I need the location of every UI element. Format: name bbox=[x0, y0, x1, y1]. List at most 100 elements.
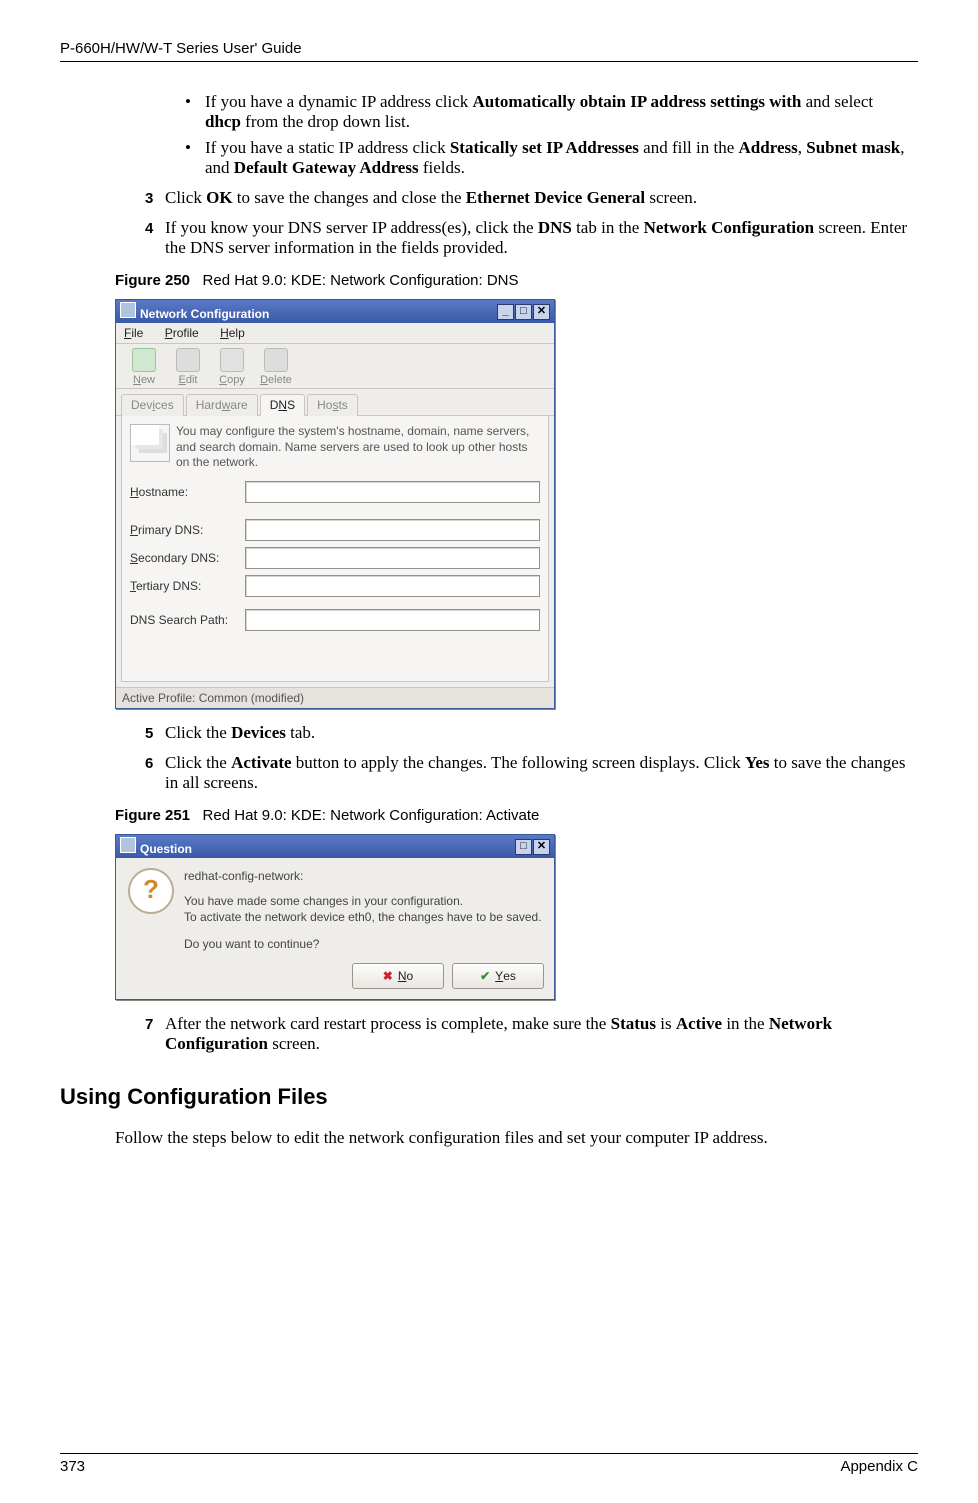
titlebar[interactable]: Network Configuration _□✕ bbox=[116, 300, 554, 323]
step-5: 5 Click the Devices tab. bbox=[145, 723, 913, 743]
toolbar-copy-button[interactable]: Copy bbox=[210, 348, 254, 386]
step-number: 6 bbox=[145, 755, 165, 793]
text: button to apply the changes. The followi… bbox=[292, 753, 745, 772]
network-configuration-window: Network Configuration _□✕ File Profile H… bbox=[115, 299, 555, 709]
dialog-line4: Do you want to continue? bbox=[184, 936, 542, 953]
page-header: P-660H/HW/W-T Series User' Guide bbox=[60, 40, 918, 62]
text: screen. bbox=[268, 1034, 320, 1053]
delete-icon bbox=[264, 348, 288, 372]
bold: Activate bbox=[231, 753, 291, 772]
edit-icon bbox=[176, 348, 200, 372]
paragraph: Follow the steps below to edit the netwo… bbox=[115, 1128, 913, 1148]
primary-dns-input[interactable] bbox=[245, 519, 540, 541]
menu-help[interactable]: Help bbox=[220, 326, 245, 340]
secondary-dns-label: Secondary DNS: bbox=[130, 551, 245, 565]
step-3: 3 Click OK to save the changes and close… bbox=[145, 188, 913, 208]
window-buttons: □✕ bbox=[514, 838, 550, 855]
tertiary-dns-input[interactable] bbox=[245, 575, 540, 597]
dialog-body: redhat-config-network: You have made som… bbox=[116, 858, 554, 959]
bold: dhcp bbox=[205, 112, 241, 131]
hint-text: You may configure the system's hostname,… bbox=[176, 424, 540, 471]
close-button[interactable]: ✕ bbox=[533, 304, 550, 320]
step-4: 4 If you know your DNS server IP address… bbox=[145, 218, 913, 258]
text: and fill in the bbox=[639, 138, 739, 157]
menu-profile[interactable]: Profile bbox=[165, 326, 199, 340]
hint: You may configure the system's hostname,… bbox=[130, 424, 540, 471]
figure-label: Figure 250 bbox=[115, 272, 190, 289]
text: tab. bbox=[286, 723, 315, 742]
maximize-button[interactable]: □ bbox=[515, 839, 532, 855]
text: from the drop down list. bbox=[241, 112, 410, 131]
mnemonic: N bbox=[133, 374, 141, 386]
question-dialog: Question □✕ redhat-config-network: You h… bbox=[115, 834, 555, 1000]
new-icon bbox=[132, 348, 156, 372]
menu-file[interactable]: File bbox=[124, 326, 143, 340]
mnemonic: S bbox=[130, 551, 138, 565]
bold: Active bbox=[676, 1014, 722, 1033]
bullet-item: • If you have a dynamic IP address click… bbox=[185, 92, 913, 132]
toolbar-delete-button[interactable]: Delete bbox=[254, 348, 298, 386]
figure-250-caption: Figure 250 Red Hat 9.0: KDE: Network Con… bbox=[115, 272, 913, 289]
bold: Subnet mask bbox=[806, 138, 900, 157]
tab-devices[interactable]: Devices bbox=[121, 394, 184, 416]
search-path-input[interactable] bbox=[245, 609, 540, 631]
mnemonic: T bbox=[130, 579, 136, 593]
tab-hardware[interactable]: Hardware bbox=[186, 394, 258, 416]
step-7: 7 After the network card restart process… bbox=[145, 1014, 913, 1054]
toolbar-edit-button[interactable]: Edit bbox=[166, 348, 210, 386]
question-icon bbox=[128, 868, 174, 914]
text: Click the bbox=[165, 753, 231, 772]
bold: Address bbox=[739, 138, 798, 157]
text: is bbox=[656, 1014, 676, 1033]
step-text: Click the Activate button to apply the c… bbox=[165, 753, 913, 793]
dialog-line2: You have made some changes in your confi… bbox=[184, 893, 542, 910]
step-number: 4 bbox=[145, 220, 165, 258]
section-body: Follow the steps below to edit the netwo… bbox=[115, 1128, 913, 1148]
toolbar-new-button[interactable]: New bbox=[122, 348, 166, 386]
yes-button[interactable]: ✔Yes bbox=[452, 963, 544, 989]
hosts-icon bbox=[130, 424, 170, 462]
no-button[interactable]: ✖No bbox=[352, 963, 444, 989]
tab-dns[interactable]: DNS bbox=[260, 394, 305, 416]
text: If you have a static IP address click bbox=[205, 138, 450, 157]
mnemonic: s bbox=[332, 398, 338, 412]
tabs: Devices Hardware DNS Hosts bbox=[116, 389, 554, 416]
dialog-buttons: ✖No ✔Yes bbox=[116, 959, 554, 999]
window-buttons: _□✕ bbox=[496, 303, 550, 320]
bullet-list: • If you have a dynamic IP address click… bbox=[185, 92, 913, 178]
dialog-text: redhat-config-network: You have made som… bbox=[184, 868, 542, 953]
window-icon bbox=[120, 302, 136, 318]
bullet-item: • If you have a static IP address click … bbox=[185, 138, 913, 178]
bullet-marker: • bbox=[185, 92, 205, 132]
figure-caption-text: Red Hat 9.0: KDE: Network Configuration:… bbox=[203, 272, 519, 289]
primary-dns-row: Primary DNS: bbox=[130, 519, 540, 541]
mnemonic: P bbox=[130, 523, 138, 537]
mnemonic: Y bbox=[495, 969, 503, 983]
titlebar[interactable]: Question □✕ bbox=[116, 835, 554, 858]
close-button[interactable]: ✕ bbox=[533, 839, 550, 855]
x-icon: ✖ bbox=[383, 969, 393, 983]
step-text: Click the Devices tab. bbox=[165, 723, 315, 743]
mnemonic: F bbox=[124, 326, 131, 340]
step-number: 5 bbox=[145, 725, 165, 743]
bold: Ethernet Device General bbox=[466, 188, 645, 207]
bold: Default Gateway Address bbox=[234, 158, 419, 177]
statusbar: Active Profile: Common (modified) bbox=[116, 687, 554, 708]
secondary-dns-input[interactable] bbox=[245, 547, 540, 569]
bullet-text: If you have a dynamic IP address click A… bbox=[205, 92, 913, 132]
minimize-button[interactable]: _ bbox=[497, 304, 514, 320]
bold: Automatically obtain IP address settings… bbox=[473, 92, 802, 111]
titlebar-left: Question bbox=[120, 837, 192, 856]
hostname-input[interactable] bbox=[245, 481, 540, 503]
text: fields. bbox=[419, 158, 465, 177]
bold: Yes bbox=[745, 753, 770, 772]
maximize-button[interactable]: □ bbox=[515, 304, 532, 320]
hostname-row: Hostname: bbox=[130, 481, 540, 503]
dialog-line3: To activate the network device eth0, the… bbox=[184, 909, 542, 926]
mnemonic: P bbox=[165, 326, 173, 340]
window-icon bbox=[120, 837, 136, 853]
figure-caption-text: Red Hat 9.0: KDE: Network Configuration:… bbox=[203, 807, 540, 824]
text: screen. bbox=[645, 188, 697, 207]
tab-hosts[interactable]: Hosts bbox=[307, 394, 358, 416]
bold: OK bbox=[206, 188, 232, 207]
